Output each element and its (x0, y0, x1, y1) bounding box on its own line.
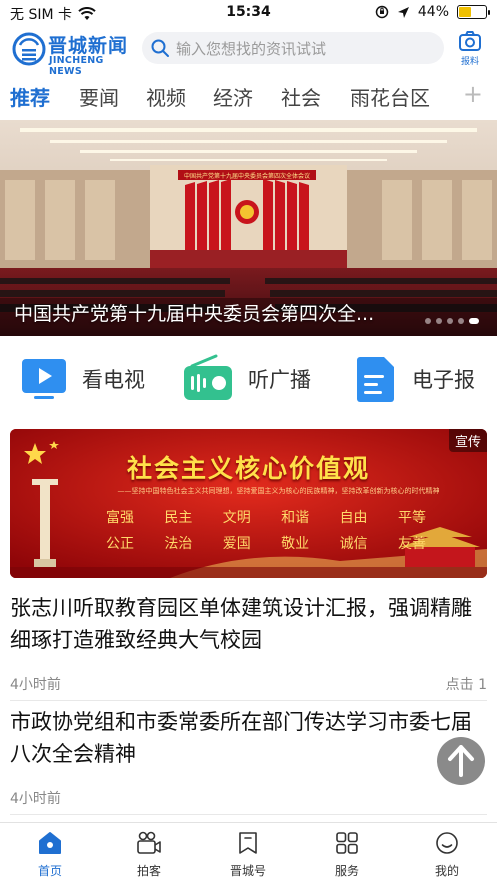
core-value: 自由 (339, 510, 368, 526)
battery-icon (457, 5, 490, 19)
camera-video-icon (137, 831, 161, 854)
core-value: 民主 (164, 510, 193, 526)
arrow-up-icon (448, 745, 474, 777)
news-meta: 4小时前 点击 1 (10, 674, 487, 693)
core-values-row-1: 富强 民主 文明 和谐 自由 平等 (106, 507, 426, 527)
promo-title: 社会主义核心价值观 (126, 454, 370, 483)
nav-profile-label: 我的 (434, 864, 459, 878)
logo-subtitle: JINCHENG NEWS (49, 55, 104, 77)
search-input[interactable]: 输入您想找的资讯试试 (142, 32, 444, 64)
tv-play-icon (22, 359, 66, 399)
battery-fill (459, 7, 472, 17)
nav-home-label: 首页 (37, 864, 62, 878)
nav-jinchenghao-label: 晋城号 (229, 864, 266, 878)
tab-recommend[interactable]: 推荐 (10, 82, 50, 111)
quick-link-radio-label: 听广播 (248, 368, 311, 392)
location-icon (397, 6, 409, 18)
news-headline[interactable]: 市政协党组和市委常委所在部门传达学习市委七届八次全会精神 (10, 706, 487, 770)
report-label: 报料 (460, 57, 479, 67)
nav-profile[interactable]: 我的 (407, 831, 487, 879)
app-logo[interactable]: 晋城新闻 JINCHENG NEWS (12, 30, 136, 77)
e-paper-icon (357, 357, 394, 402)
core-value: 敬业 (281, 536, 310, 552)
battery-percent: 44% (417, 4, 449, 20)
tab-society[interactable]: 社会 (281, 82, 321, 111)
news-time: 4小时前 (10, 791, 61, 807)
profile-icon (436, 832, 458, 854)
tab-yuhuatai[interactable]: 雨花台区 (350, 82, 430, 111)
news-item[interactable]: 市政协党组和市委常委所在部门传达学习市委七届八次全会精神 4小时前 (10, 706, 487, 807)
nav-paike[interactable]: 拍客 (109, 831, 189, 879)
report-button[interactable]: 报料 (455, 30, 485, 67)
tab-video[interactable]: 视频 (146, 82, 186, 111)
core-value: 文明 (222, 510, 251, 526)
grid-apps-icon (336, 832, 358, 854)
news-item[interactable]: 张志川听取教育园区单体建筑设计汇报，强调精雕细琢打造雅致经典大气校园 4小时前 … (10, 592, 487, 693)
divider (10, 814, 487, 815)
hero-caption[interactable]: 中国共产党第十九届中央委员会第四次全... (14, 299, 427, 326)
nav-home[interactable]: 首页 (10, 831, 90, 879)
carousel-dot[interactable] (469, 318, 479, 324)
app-header: 晋城新闻 JINCHENG NEWS 输入您想找的资讯试试 报料 (0, 28, 497, 77)
news-headline[interactable]: 张志川听取教育园区单体建筑设计汇报，强调精雕细琢打造雅致经典大气校园 (10, 592, 487, 656)
quick-link-epaper[interactable]: 电子报 (352, 354, 475, 404)
news-meta: 4小时前 (10, 788, 487, 807)
carousel-dot[interactable] (458, 318, 464, 324)
channel-tabs: 推荐 要闻 视频 经济 社会 雨花台区 + (0, 78, 497, 118)
quick-link-tv[interactable]: 看电视 (20, 354, 145, 404)
core-value: 友善 (397, 536, 426, 552)
news-time: 4小时前 (10, 677, 61, 693)
search-icon (151, 39, 169, 57)
add-channel-button[interactable]: + (463, 80, 483, 108)
quick-link-tv-label: 看电视 (82, 368, 145, 392)
core-value: 法治 (164, 536, 193, 552)
logo-mark-icon (12, 32, 46, 66)
status-bar: 无 SIM 卡 15:34 44% (0, 0, 497, 26)
quick-link-radio[interactable]: 听广播 (182, 354, 311, 404)
promo-tagline: ——坚持中国特色社会主义共同理想，坚持爱国主义为核心的民族精神，坚持改革创新为核… (117, 487, 440, 495)
news-clicks: 点击 1 (445, 677, 487, 693)
camera-icon (459, 31, 481, 51)
bottom-nav: 首页 拍客 晋城号 服务 我的 (0, 822, 497, 883)
search-placeholder: 输入您想找的资讯试试 (176, 39, 327, 58)
carousel-dot[interactable] (447, 318, 453, 324)
core-values-row-2: 公正 法治 爱国 敬业 诚信 友善 (106, 533, 426, 553)
back-to-top-button[interactable] (437, 737, 485, 785)
core-value: 富强 (106, 510, 134, 526)
quick-links: 看电视 听广播 电子报 (0, 344, 497, 416)
core-values: 富强 民主 文明 和谐 自由 平等 公正 法治 爱国 敬业 诚信 友善 (106, 507, 426, 559)
carousel-dot[interactable] (436, 318, 442, 324)
nav-services-label: 服务 (334, 864, 359, 878)
core-value: 公正 (106, 536, 134, 552)
core-value: 诚信 (339, 536, 368, 552)
nav-services[interactable]: 服务 (307, 831, 387, 879)
promo-badge: 宣传 (448, 429, 487, 452)
radio-icon (184, 354, 232, 400)
core-value: 爱国 (222, 536, 251, 552)
home-icon (39, 832, 61, 854)
core-value: 平等 (397, 510, 426, 526)
nav-jinchenghao[interactable]: 晋城号 (208, 831, 288, 879)
core-value: 和谐 (281, 510, 310, 526)
quick-link-epaper-label: 电子报 (412, 368, 475, 392)
promo-banner[interactable]: 社会主义核心价值观 ——坚持中国特色社会主义共同理想，坚持爱国主义为核心的民族精… (10, 429, 487, 578)
divider (10, 700, 487, 701)
nav-paike-label: 拍客 (136, 864, 161, 878)
bookmark-icon (239, 832, 257, 854)
carousel-dot[interactable] (425, 318, 431, 324)
hero-carousel[interactable]: 中国共产党第十九届中央委员会第四次全体会议 中国共产党第十九届中央委员会第四次全… (0, 120, 497, 336)
tab-economy[interactable]: 经济 (213, 82, 253, 111)
logo-name: 晋城新闻 (48, 35, 129, 57)
status-right-group: 44% (375, 4, 490, 20)
tab-headlines[interactable]: 要闻 (79, 82, 119, 111)
orientation-lock-icon (375, 5, 389, 19)
hero-banner-text: 中国共产党第十九届中央委员会第四次全体会议 (184, 172, 310, 180)
carousel-indicator (425, 318, 479, 324)
